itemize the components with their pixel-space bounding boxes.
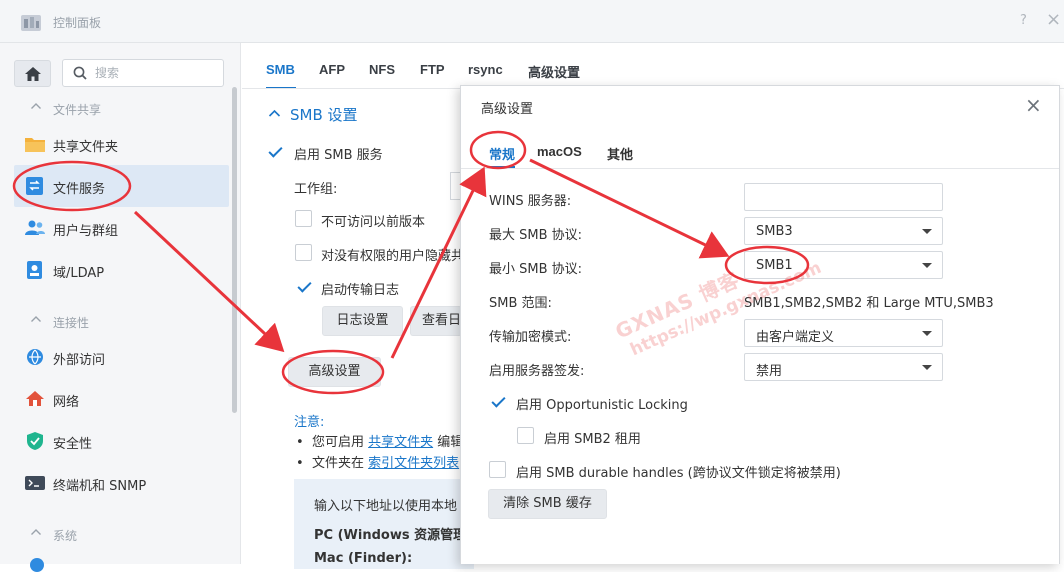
hide-unprivileged-checkbox[interactable] — [295, 244, 312, 261]
section-header-file-sharing[interactable]: 文件共享 — [0, 98, 230, 120]
sidebar-item-shared-folder[interactable]: 共享文件夹 — [14, 123, 229, 165]
network-icon — [26, 391, 44, 406]
chevron-up-icon — [268, 109, 281, 117]
dropdown-caret-icon — [922, 331, 932, 336]
shared-folder-link[interactable]: 共享文件夹 — [368, 435, 433, 450]
tab-advanced[interactable]: 高级设置 — [528, 62, 580, 81]
users-icon — [25, 220, 45, 235]
durable-handles-label: 启用 SMB durable handles (跨协议文件锁定将被禁用) — [516, 466, 841, 481]
note-title: 注意: — [294, 415, 325, 430]
no-prev-versions-label: 不可访问以前版本 — [321, 215, 426, 230]
sidebar: 文件共享 共享文件夹 文件服务 用户与群组 域/LDAP — [0, 43, 241, 572]
sidebar-item-users-groups[interactable]: 用户与群组 — [14, 207, 229, 249]
home-icon — [25, 67, 41, 81]
sidebar-item-security[interactable]: 安全性 — [14, 420, 229, 462]
wins-server-input[interactable] — [744, 183, 943, 211]
log-settings-button[interactable]: 日志设置 — [322, 306, 403, 336]
window-close-icon[interactable]: × — [1046, 9, 1061, 30]
hide-unprivileged-label: 对没有权限的用户隐藏共 — [321, 249, 465, 264]
sidebar-item-network[interactable]: 网络 — [14, 378, 229, 420]
tab-rsync[interactable]: rsync — [468, 62, 503, 77]
dialog-close-icon[interactable]: × — [1025, 93, 1042, 117]
tab-afp[interactable]: AFP — [319, 62, 345, 77]
view-log-button[interactable]: 查看日 — [410, 306, 462, 336]
index-folder-list-link[interactable]: 索引文件夹列表 — [368, 456, 459, 471]
note-item: • 您可启用 共享文件夹 编辑 — [296, 435, 464, 450]
tab-nfs[interactable]: NFS — [369, 62, 395, 77]
dropdown-caret-icon — [922, 365, 932, 370]
clear-smb-cache-button[interactable]: 清除 SMB 缓存 — [488, 489, 607, 519]
smb2-lease-checkbox[interactable] — [517, 427, 534, 444]
folder-icon — [25, 138, 45, 152]
server-signing-select[interactable]: 禁用 — [744, 353, 943, 381]
shield-icon — [27, 432, 43, 450]
smb-range-label: SMB 范围: — [489, 296, 552, 311]
enable-smb-checkbox[interactable] — [266, 143, 283, 160]
search-box[interactable] — [62, 59, 224, 87]
enable-smb-label: 启用 SMB 服务 — [294, 148, 383, 163]
terminal-icon — [25, 476, 45, 490]
file-services-icon — [26, 177, 43, 195]
workgroup-label: 工作组: — [294, 182, 338, 197]
encryption-mode-select[interactable]: 由客户端定义 — [744, 319, 943, 347]
tab-ftp[interactable]: FTP — [420, 62, 445, 77]
max-smb-label: 最大 SMB 协议: — [489, 228, 583, 243]
search-input[interactable] — [93, 64, 218, 82]
min-smb-label: 最小 SMB 协议: — [489, 262, 583, 277]
encryption-mode-label: 传输加密模式: — [489, 330, 572, 345]
sidebar-scrollbar[interactable] — [232, 87, 237, 413]
tab-smb[interactable]: SMB — [266, 62, 295, 77]
search-icon — [73, 66, 87, 80]
help-icon[interactable]: ? — [1020, 13, 1027, 28]
no-prev-versions-checkbox[interactable] — [295, 210, 312, 227]
advanced-settings-dialog: 高级设置 × 常规 macOS 其他 WINS 服务器: 最大 SMB 协议: … — [460, 85, 1060, 564]
smb-range-value: SMB1,SMB2,SMB2 和 Large MTU,SMB3 — [744, 296, 994, 311]
window-title-bar: 控制面板 ? × — [0, 0, 1064, 43]
smb2-lease-label: 启用 SMB2 租用 — [544, 432, 641, 447]
dialog-title: 高级设置 — [481, 102, 534, 117]
dropdown-caret-icon — [922, 229, 932, 234]
durable-handles-checkbox[interactable] — [489, 461, 506, 478]
dialog-tabs-divider — [461, 168, 1059, 169]
sidebar-item-domain-ldap[interactable]: 域/LDAP — [14, 249, 229, 291]
opportunistic-locking-checkbox[interactable] — [489, 393, 506, 410]
min-smb-select[interactable]: SMB1 — [744, 251, 943, 279]
system-item-icon — [30, 558, 44, 572]
advanced-settings-button[interactable]: 高级设置 — [288, 357, 381, 387]
external-access-icon — [27, 349, 43, 365]
sidebar-item-external-access[interactable]: 外部访问 — [14, 336, 229, 378]
dialog-tab-other[interactable]: 其他 — [607, 144, 633, 163]
dialog-tab-macos[interactable]: macOS — [537, 144, 582, 159]
sidebar-item-terminal-snmp[interactable]: 终端机和 SNMP — [14, 462, 229, 504]
server-signing-label: 启用服务器签发: — [489, 364, 585, 379]
note-item: • 文件夹在 索引文件夹列表 — [296, 456, 460, 471]
window-title: 控制面板 — [53, 16, 102, 30]
home-button[interactable] — [14, 60, 51, 87]
dialog-tab-general[interactable]: 常规 — [489, 144, 515, 163]
access-info-box: 输入以下地址以使用本地 PC (Windows 资源管理 Mac (Finder… — [294, 479, 474, 569]
chevron-up-icon — [31, 103, 41, 109]
dropdown-caret-icon — [922, 263, 932, 268]
transfer-log-label: 启动传输日志 — [321, 283, 400, 298]
section-header-connectivity[interactable]: 连接性 — [0, 311, 230, 333]
opportunistic-locking-label: 启用 Opportunistic Locking — [516, 398, 688, 413]
wins-server-label: WINS 服务器: — [489, 194, 572, 209]
chevron-up-icon — [31, 529, 41, 535]
sidebar-item-file-services[interactable]: 文件服务 — [14, 165, 229, 207]
control-panel-icon — [21, 15, 41, 31]
chevron-up-icon — [31, 316, 41, 322]
max-smb-select[interactable]: SMB3 — [744, 217, 943, 245]
domain-icon — [27, 261, 42, 279]
section-header-system[interactable]: 系统 — [0, 524, 230, 546]
transfer-log-checkbox[interactable] — [295, 278, 312, 295]
